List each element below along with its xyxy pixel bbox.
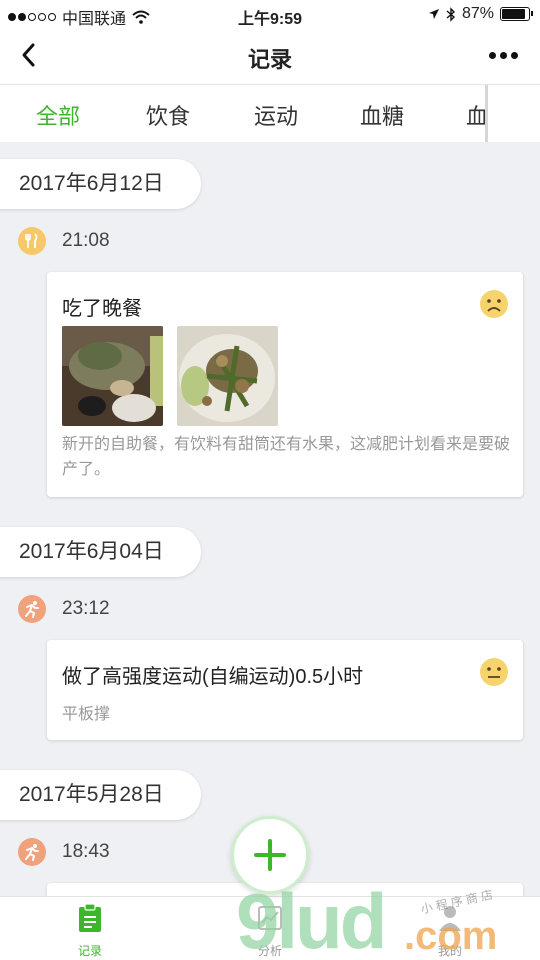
navigation-bar: 记录 — [0, 28, 540, 84]
bluetooth-icon — [446, 6, 455, 22]
battery-icon — [500, 7, 533, 21]
record-time: 21:08 — [62, 230, 110, 251]
date-header: 2017年5月28日 — [0, 770, 201, 820]
bottom-tab-records[interactable]: 记录 — [60, 903, 120, 959]
bottom-tab-label: 记录 — [77, 944, 102, 958]
tab-blood-sugar[interactable]: 血糖 — [360, 99, 404, 131]
record-description: 平板撑 — [62, 706, 111, 723]
sad-face-icon[interactable] — [479, 289, 509, 319]
record-description: 新开的自助餐，有饮料有甜筒还有水果，这减肥计划看来是要破产了。 — [62, 436, 511, 478]
running-icon — [18, 838, 46, 866]
record-time-row: 18:43 — [18, 838, 110, 866]
record-title: 做了高强度运动(自编运动)0.5小时 — [62, 666, 364, 688]
record-time-row: 23:12 — [18, 595, 110, 623]
tab-diet[interactable]: 饮食 — [146, 99, 190, 131]
meal-photo[interactable] — [62, 326, 163, 426]
record-time: 23:12 — [62, 598, 110, 619]
battery-percent: 87% — [461, 5, 494, 22]
record-time: 18:43 — [62, 841, 110, 862]
category-tabs: 全部 饮食 运动 血糖 血 — [0, 84, 540, 142]
tabs-scroll-edge — [485, 85, 488, 142]
record-card[interactable]: 吃了晚餐 新开的自助餐，有饮料有甜筒还有水果，这减肥计划看来是要破产了。 — [47, 272, 523, 497]
record-card[interactable]: 做了高强度运动(自编运动)0.5小时 平板撑 — [47, 640, 523, 740]
watermark-logo: 9lud — [236, 877, 387, 960]
tab-all[interactable]: 全部 — [36, 99, 80, 131]
meal-photo[interactable] — [177, 326, 278, 426]
record-title: 吃了晚餐 — [62, 298, 142, 320]
watermark-domain: .com — [404, 914, 498, 958]
clipboard-icon — [79, 903, 101, 932]
neutral-face-icon[interactable] — [479, 657, 509, 687]
running-icon — [18, 595, 46, 623]
record-time-row: 21:08 — [18, 227, 110, 255]
tab-exercise[interactable]: 运动 — [254, 99, 298, 131]
page-title: 记录 — [247, 47, 292, 72]
fork-knife-icon — [18, 227, 46, 255]
date-header: 2017年6月12日 — [0, 159, 201, 209]
plus-icon — [254, 839, 286, 871]
location-arrow-icon — [428, 9, 439, 19]
more-options-icon[interactable] — [489, 52, 518, 59]
date-header: 2017年6月04日 — [0, 527, 201, 577]
status-bar: 中国联通 上午9:59 87% — [0, 0, 540, 28]
